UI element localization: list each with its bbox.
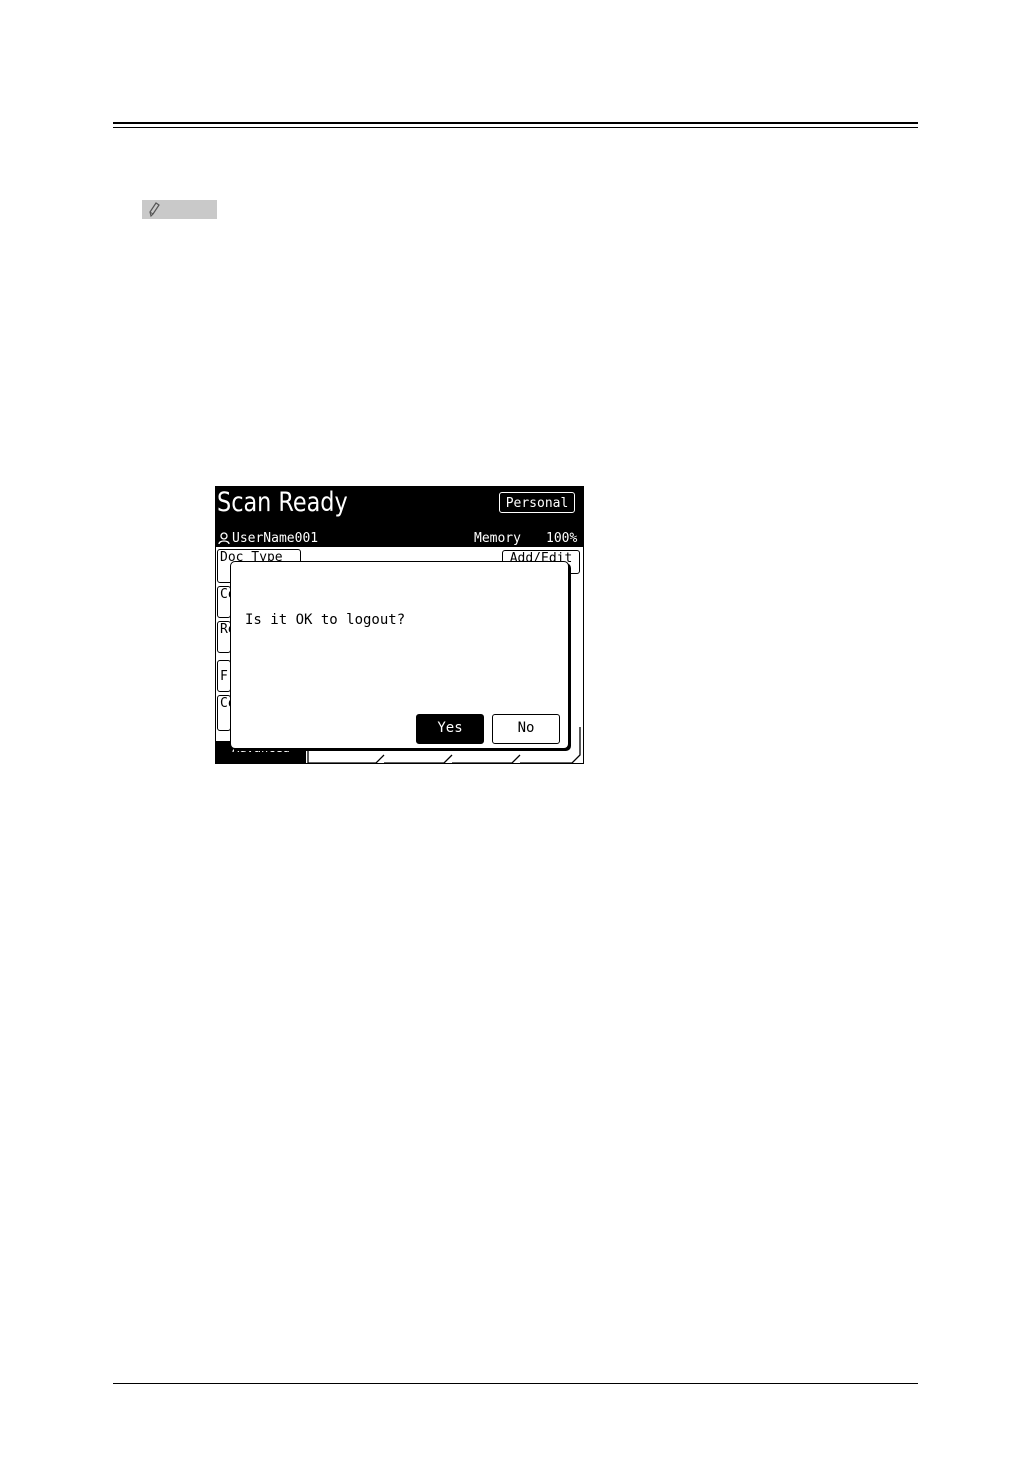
yes-button[interactable]: Yes — [416, 714, 484, 744]
side-button-1[interactable]: Co — [217, 586, 231, 618]
side-button-4[interactable]: Co — [217, 695, 231, 731]
logout-dialog: Is it OK to logout? Yes No — [230, 561, 569, 749]
memory-label: Memory — [474, 531, 521, 546]
personal-button[interactable]: Personal — [499, 492, 575, 513]
memory-value: 100% — [546, 531, 578, 546]
side-button-3[interactable]: F — [217, 660, 231, 692]
note-bar — [142, 200, 217, 219]
footer-rule — [113, 1383, 918, 1384]
user-name: UserName001 — [232, 531, 319, 546]
touch-panel: Scan Ready Personal UserName001 Memory 1… — [215, 486, 584, 764]
pencil-icon — [149, 202, 160, 218]
status-header: Scan Ready Personal UserName001 Memory 1… — [216, 487, 583, 547]
user-icon — [218, 532, 230, 545]
header-rule-thin — [113, 127, 918, 128]
dialog-message: Is it OK to logout? — [245, 612, 406, 628]
header-rule-thick — [113, 122, 918, 124]
no-button[interactable]: No — [492, 714, 560, 744]
screen-title: Scan Ready — [217, 487, 348, 518]
side-button-2[interactable]: Re — [217, 621, 231, 653]
